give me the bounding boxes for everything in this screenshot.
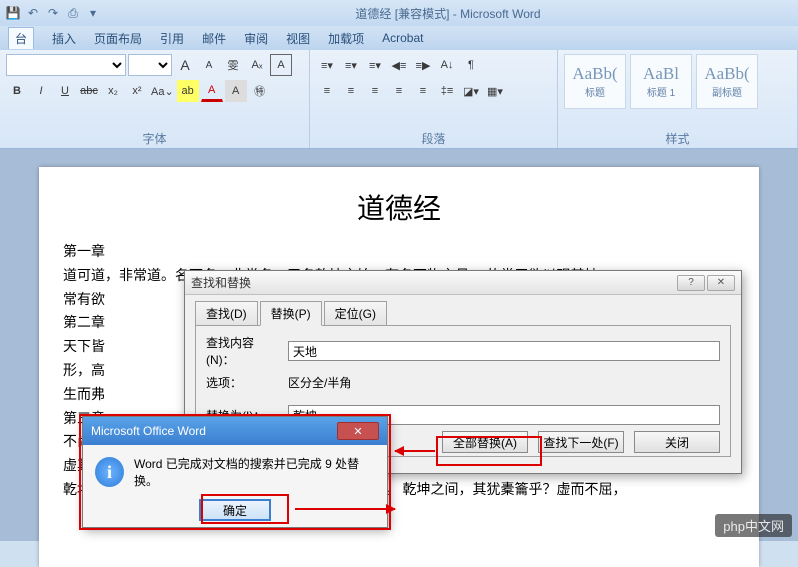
- help-icon[interactable]: ?: [677, 275, 705, 291]
- font-family-select[interactable]: [6, 54, 126, 76]
- options-label: 选项：: [206, 374, 282, 391]
- subscript-button[interactable]: x₂: [102, 80, 124, 102]
- msg-text: Word 已完成对文档的搜索并已完成 9 处替换。: [134, 455, 375, 489]
- bold-button[interactable]: B: [6, 80, 28, 102]
- close-icon[interactable]: ✕: [337, 422, 379, 440]
- decrease-indent-button[interactable]: ◀≡: [388, 54, 410, 76]
- sort-button[interactable]: A↓: [436, 54, 458, 76]
- info-icon: i: [95, 457, 124, 487]
- watermark: php中文网: [715, 514, 792, 537]
- style-subtitle[interactable]: AaBb( 副标题: [696, 54, 758, 109]
- tab-acrobat[interactable]: Acrobat: [382, 31, 423, 45]
- enclose-char-button[interactable]: ㊕: [249, 80, 271, 102]
- char-shading-button[interactable]: A: [225, 80, 247, 102]
- titlebar: 💾 ↶ ↷ ⎙ ▾ 道德经 [兼容模式] - Microsoft Word: [0, 0, 798, 26]
- font-color-button[interactable]: A: [201, 80, 223, 102]
- print-icon[interactable]: ⎙: [64, 4, 82, 22]
- dialog-tabs: 查找(D) 替换(P) 定位(G): [195, 301, 741, 326]
- find-next-button[interactable]: 查找下一处(F): [538, 431, 624, 453]
- bullets-button[interactable]: ≡▾: [316, 54, 338, 76]
- msg-titlebar[interactable]: Microsoft Office Word ✕: [83, 417, 387, 445]
- tab-insert[interactable]: 插入: [52, 30, 76, 47]
- show-marks-button[interactable]: ¶: [460, 54, 482, 76]
- ribbon-tabs: 台 插入 页面布局 引用 邮件 审阅 视图 加载项 Acrobat: [0, 26, 798, 50]
- strike-button[interactable]: abc: [78, 80, 100, 102]
- tab-view[interactable]: 视图: [286, 30, 310, 47]
- shading-button[interactable]: ◪▾: [460, 80, 482, 102]
- numbering-button[interactable]: ≡▾: [340, 54, 362, 76]
- char-border-button[interactable]: A: [270, 54, 292, 76]
- italic-button[interactable]: I: [30, 80, 52, 102]
- shrink-font-button[interactable]: A: [198, 54, 220, 76]
- clear-format-button[interactable]: Aₓ: [246, 54, 268, 76]
- align-distribute-button[interactable]: ≡: [412, 80, 434, 102]
- ribbon-group-styles: AaBb( 标题 AaBl 标题 1 AaBb( 副标题 样式: [558, 50, 798, 148]
- ribbon-group-paragraph: ≡▾ ≡▾ ≡▾ ◀≡ ≡▶ A↓ ¶ ≡ ≡ ≡ ≡ ≡ ‡≡ ◪▾ ▦▾ 段…: [310, 50, 558, 148]
- multilevel-button[interactable]: ≡▾: [364, 54, 386, 76]
- window-title: 道德经 [兼容模式] - Microsoft Word: [102, 5, 794, 22]
- superscript-button[interactable]: x²: [126, 80, 148, 102]
- redo-icon[interactable]: ↷: [44, 4, 62, 22]
- close-button[interactable]: 关闭: [634, 431, 720, 453]
- find-input[interactable]: [288, 341, 720, 361]
- style-title[interactable]: AaBb( 标题: [564, 54, 626, 109]
- ribbon: A A 雯 Aₓ A B I U abc x₂ x² Aa⌄ ab A A ㊕ …: [0, 50, 798, 149]
- find-label: 查找内容(N)：: [206, 334, 282, 368]
- align-right-button[interactable]: ≡: [364, 80, 386, 102]
- undo-icon[interactable]: ↶: [24, 4, 42, 22]
- highlight-button[interactable]: ab: [177, 80, 199, 102]
- style-heading1[interactable]: AaBl 标题 1: [630, 54, 692, 109]
- increase-indent-button[interactable]: ≡▶: [412, 54, 434, 76]
- msg-title: Microsoft Office Word: [91, 424, 206, 438]
- dialog-titlebar[interactable]: 查找和替换 ? ✕: [185, 271, 741, 295]
- close-icon[interactable]: ✕: [707, 275, 735, 291]
- qat-dropdown-icon[interactable]: ▾: [84, 4, 102, 22]
- message-dialog: Microsoft Office Word ✕ i Word 已完成对文档的搜索…: [82, 416, 388, 528]
- tab-addins[interactable]: 加载项: [328, 30, 364, 47]
- ribbon-group-font: A A 雯 Aₓ A B I U abc x₂ x² Aa⌄ ab A A ㊕ …: [0, 50, 310, 148]
- doc-title: 道德经: [63, 187, 735, 227]
- tab-review[interactable]: 审阅: [244, 30, 268, 47]
- font-size-select[interactable]: [128, 54, 172, 76]
- annotation-arrow: [295, 508, 395, 510]
- doc-line: 第一章: [63, 241, 735, 265]
- options-value: 区分全/半角: [288, 374, 351, 391]
- quick-access-toolbar: 💾 ↶ ↷ ⎙ ▾: [4, 4, 102, 22]
- tab-pagelayout[interactable]: 页面布局: [94, 30, 142, 47]
- align-center-button[interactable]: ≡: [340, 80, 362, 102]
- ok-button[interactable]: 确定: [199, 499, 271, 521]
- align-left-button[interactable]: ≡: [316, 80, 338, 102]
- dialog-title: 查找和替换: [191, 274, 675, 291]
- ribbon-group-font-label: 字体: [6, 130, 303, 148]
- borders-button[interactable]: ▦▾: [484, 80, 506, 102]
- tab-references[interactable]: 引用: [160, 30, 184, 47]
- tab-mailings[interactable]: 邮件: [202, 30, 226, 47]
- ribbon-group-styles-label: 样式: [564, 130, 791, 148]
- replace-all-button[interactable]: 全部替换(A): [442, 431, 528, 453]
- annotation-arrow: [395, 450, 435, 452]
- tab-home[interactable]: 台: [8, 27, 34, 49]
- tab-find[interactable]: 查找(D): [195, 301, 258, 326]
- change-case-button[interactable]: Aa⌄: [150, 80, 175, 102]
- align-justify-button[interactable]: ≡: [388, 80, 410, 102]
- grow-font-button[interactable]: A: [174, 54, 196, 76]
- line-spacing-button[interactable]: ‡≡: [436, 80, 458, 102]
- tab-goto[interactable]: 定位(G): [324, 301, 387, 326]
- underline-button[interactable]: U: [54, 80, 76, 102]
- tab-replace[interactable]: 替换(P): [260, 301, 322, 326]
- save-icon[interactable]: 💾: [4, 4, 22, 22]
- phonetic-button[interactable]: 雯: [222, 54, 244, 76]
- ribbon-group-para-label: 段落: [316, 130, 551, 148]
